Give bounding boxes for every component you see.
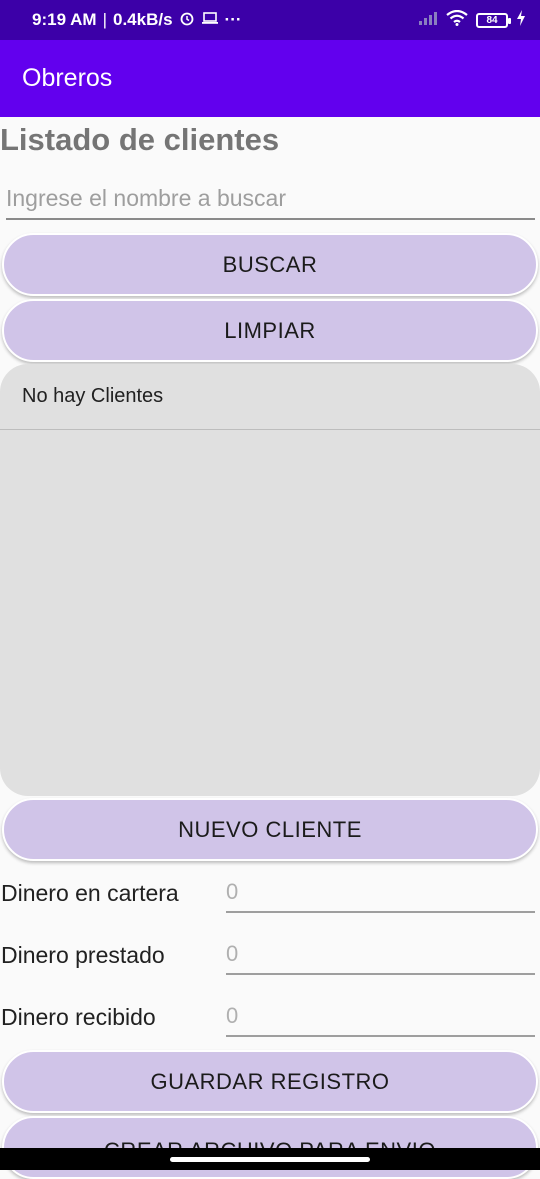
laptop-icon [201,10,219,30]
app-title: Obreros [22,64,113,92]
received-input[interactable] [226,997,535,1035]
lent-input[interactable] [226,935,535,973]
home-gesture-handle[interactable] [170,1157,370,1162]
received-field [226,997,535,1037]
list-item[interactable]: No hay Clientes [0,364,540,430]
search-button[interactable]: BUSCAR [2,233,538,296]
page-title: Listado de clientes [0,122,280,157]
wifi-icon [446,9,468,31]
charging-icon [516,9,526,31]
wallet-input[interactable] [226,873,535,911]
client-list[interactable]: No hay Clientes [0,364,540,796]
search-input[interactable] [6,178,535,218]
save-button[interactable]: GUARDAR REGISTRO [2,1050,538,1113]
status-speed: 0.4kB/s [112,10,173,29]
status-bar: 9:19 AM | 0.4kB/s ··· 84 [0,0,540,40]
battery-icon: 84 [476,12,511,28]
lent-field [226,935,535,975]
status-time: 9:19 AM [32,10,97,29]
received-label: Dinero recibido [1,1004,156,1030]
alarm-icon [179,10,195,31]
status-separator: | [102,10,107,29]
signal-icon [418,10,438,30]
lent-label: Dinero prestado [1,942,165,968]
clear-button[interactable]: LIMPIAR [2,299,538,362]
wallet-label: Dinero en cartera [1,880,179,906]
more-notifications-icon: ··· [224,10,242,29]
battery-level: 84 [486,14,498,26]
app-bar: Obreros [0,40,540,117]
search-field [6,178,535,220]
wallet-field [226,873,535,913]
new-client-button[interactable]: NUEVO CLIENTE [2,798,538,861]
navigation-bar [0,1148,540,1170]
